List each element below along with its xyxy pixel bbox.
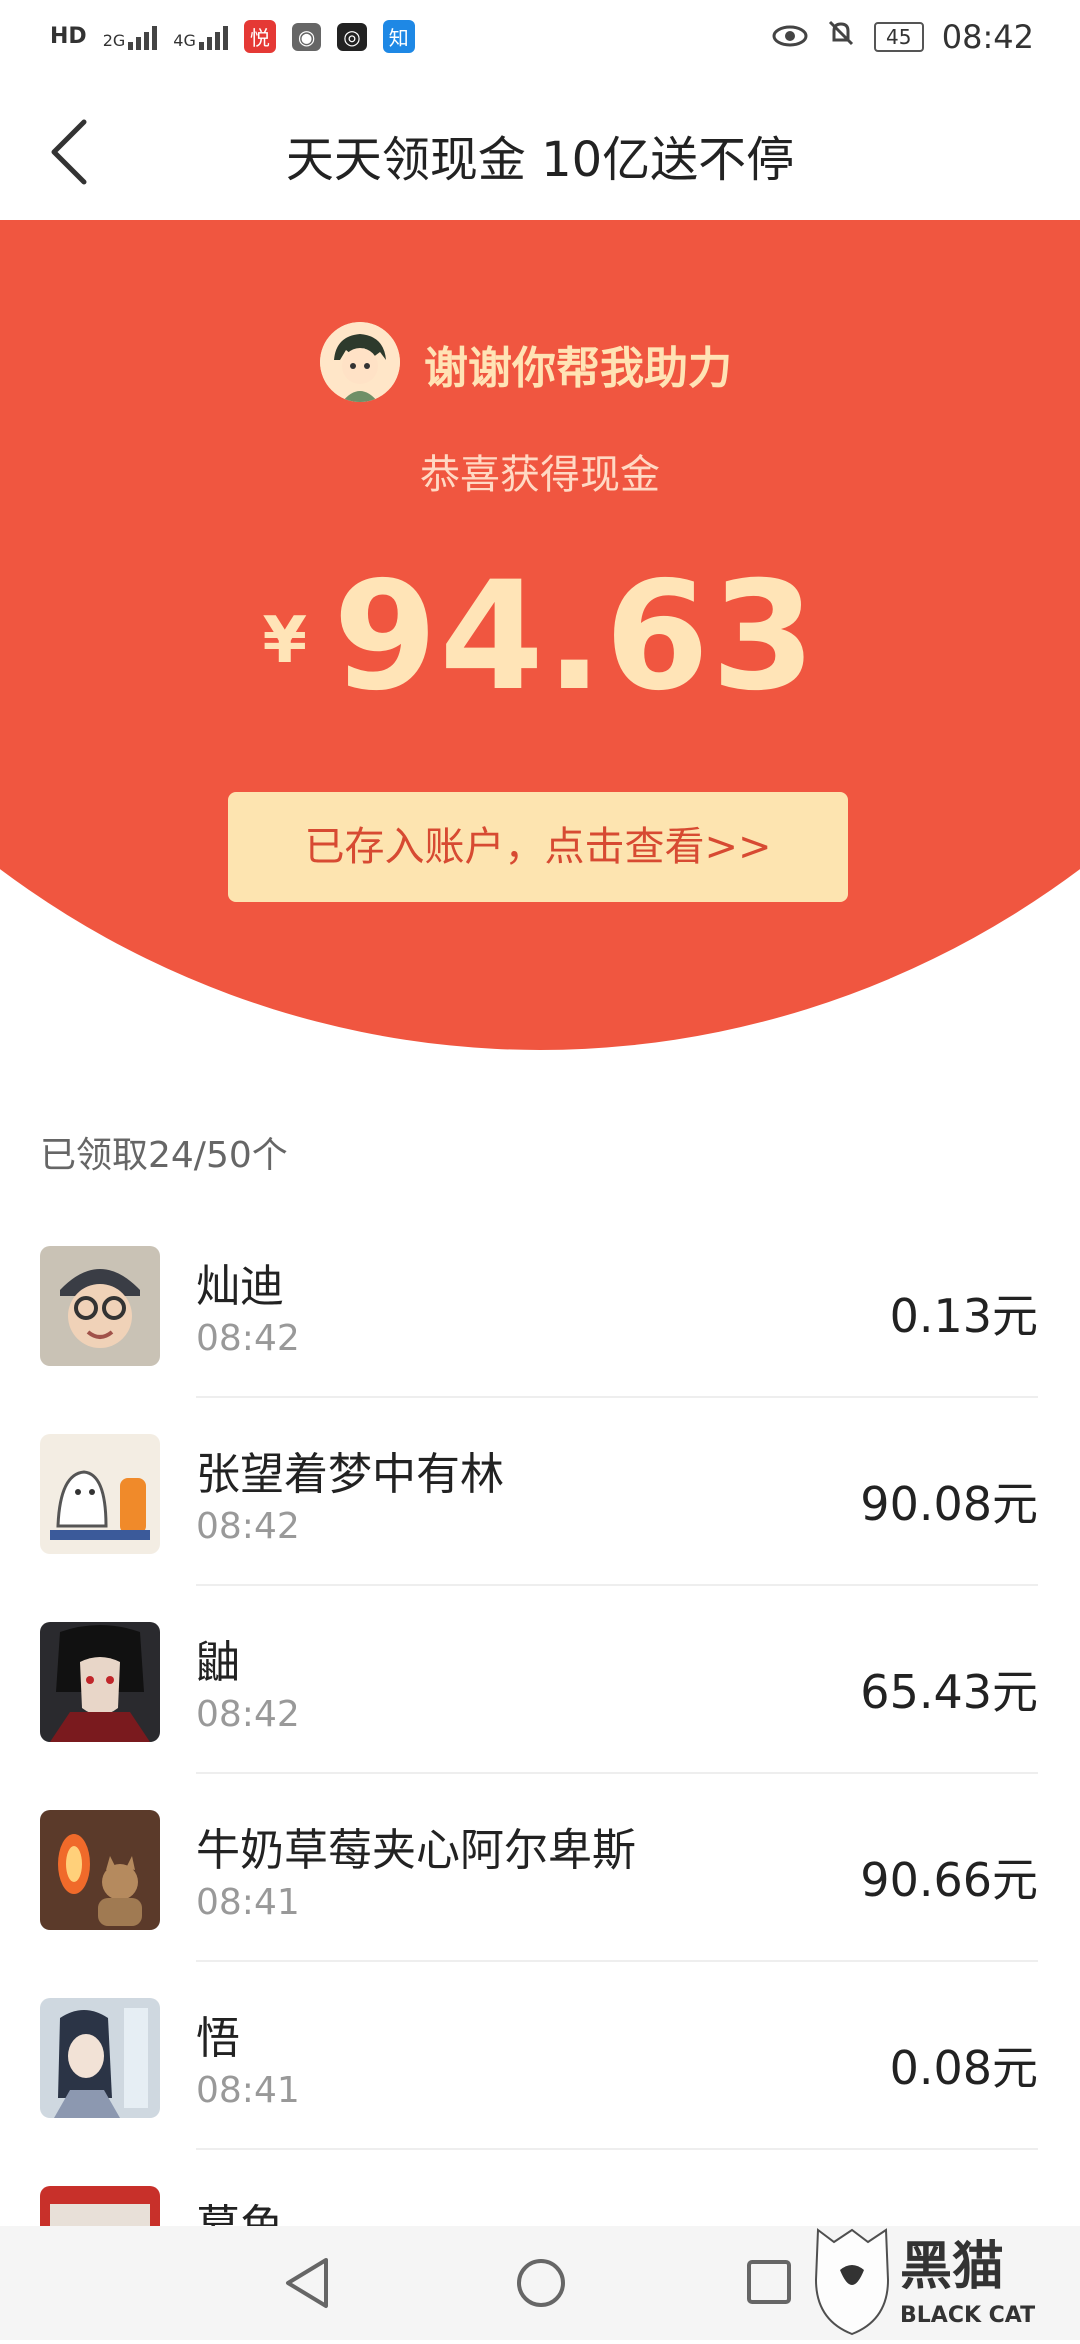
- amount-value: 94.63: [333, 550, 818, 724]
- triangle-back-icon: [286, 2258, 328, 2308]
- claim-time: 08:42: [196, 1506, 300, 1547]
- currency-symbol: ¥: [262, 604, 308, 678]
- thanks-text: 谢谢你帮我助力: [424, 343, 732, 394]
- nav-home-button[interactable]: [514, 2256, 568, 2314]
- user-name: 牛奶草莓夹心阿尔卑斯: [196, 1825, 636, 1876]
- list-item[interactable]: 牛奶草莓夹心阿尔卑斯 08:41 90.66元: [0, 1774, 1080, 1962]
- claim-amount: 65.43元: [860, 1665, 1038, 1719]
- claim-time: 08:42: [196, 1694, 300, 1735]
- user-name: 悟: [196, 2013, 240, 2064]
- reward-amount: ¥94.63: [0, 550, 1080, 724]
- claim-time: 08:41: [196, 2070, 300, 2111]
- claim-time: 08:42: [196, 1318, 300, 1359]
- claimed-count: 已领取24/50个: [40, 1135, 288, 1176]
- battery-indicator: 45: [873, 22, 924, 52]
- avatar: [40, 1998, 160, 2118]
- watermark-text: 黑猫: [900, 2237, 1004, 2297]
- user-name: 张望着梦中有林: [196, 1449, 504, 1500]
- app-notification-icon: 悦: [243, 20, 276, 53]
- congrats-text: 恭喜获得现金: [420, 452, 660, 498]
- signal-2g-icon: 2G: [103, 24, 158, 50]
- list-item[interactable]: 张望着梦中有林 08:42 90.08元: [0, 1398, 1080, 1586]
- list-item[interactable]: 灿迪 08:42 0.13元: [0, 1210, 1080, 1398]
- camera-app-icon: ◎: [337, 22, 367, 51]
- status-bar: HD 2G 4G 悦 ◉ ◎ 知 45 08:42: [0, 0, 1080, 84]
- game-controller-icon: ◉: [291, 22, 322, 51]
- inviter-avatar: [320, 322, 400, 402]
- blackcat-watermark: 黑猫 BLACK CAT: [800, 2220, 1060, 2340]
- avatar: [40, 1434, 160, 1554]
- user-name: 灿迪: [196, 1261, 284, 1312]
- signal-4g-icon: 4G: [173, 24, 228, 50]
- claim-amount: 90.08元: [860, 1477, 1038, 1531]
- reward-hero: 谢谢你帮我助力 恭喜获得现金 ¥94.63 已存入账户，点击查看>>: [0, 220, 1080, 1050]
- claim-time: 08:41: [196, 1882, 300, 1923]
- bell-muted-icon: [826, 18, 856, 56]
- eye-icon: [772, 18, 808, 56]
- list-item[interactable]: 鼬 08:42 65.43元: [0, 1586, 1080, 1774]
- claim-amount: 0.08元: [889, 2041, 1038, 2095]
- nav-recents-button[interactable]: [744, 2256, 794, 2314]
- view-account-button[interactable]: 已存入账户，点击查看>>: [228, 792, 848, 902]
- square-recents-icon: [747, 2260, 791, 2304]
- status-left-icons: HD 2G 4G 悦 ◉ ◎ 知: [50, 20, 415, 53]
- hd-indicator: HD: [50, 24, 87, 49]
- list-item[interactable]: 悟 08:41 0.08元: [0, 1962, 1080, 2150]
- watermark-subtext: BLACK CAT: [900, 2303, 1035, 2328]
- nav-back-button[interactable]: [282, 2256, 332, 2314]
- circle-home-icon: [517, 2259, 565, 2307]
- avatar: [40, 1246, 160, 1366]
- clock: 08:42: [941, 18, 1034, 56]
- avatar: [40, 1622, 160, 1742]
- page-header: 天天领现金 10亿送不停: [0, 84, 1080, 220]
- user-name: 鼬: [196, 1637, 240, 1688]
- claim-amount: 0.13元: [889, 1289, 1038, 1343]
- claim-list: 灿迪 08:42 0.13元 张望着梦中有林 08:42 90.08元 鼬 08…: [0, 1210, 1080, 2338]
- avatar: [40, 1810, 160, 1930]
- claim-amount: 90.66元: [860, 1853, 1038, 1907]
- zhihu-app-icon: 知: [382, 20, 415, 53]
- page-title: 天天领现金 10亿送不停: [285, 132, 795, 188]
- status-right-icons: 45 08:42: [772, 18, 1034, 56]
